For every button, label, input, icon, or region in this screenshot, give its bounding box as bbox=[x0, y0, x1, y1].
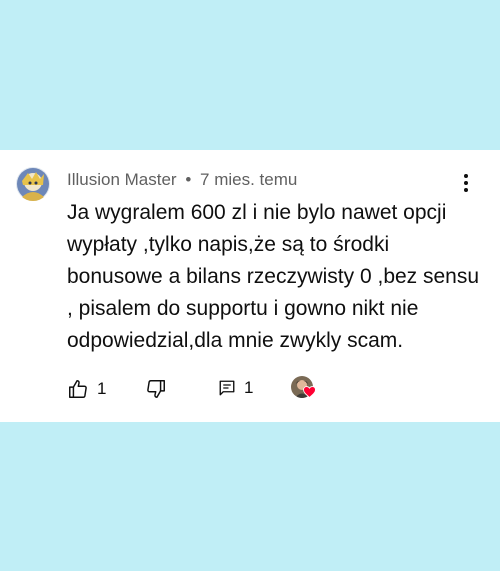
comment-text: Ja wygralem 600 zl i nie bylo nawet opcj… bbox=[67, 201, 480, 352]
comment-actions: 1 1 bbox=[0, 376, 500, 402]
reply-button[interactable]: 1 bbox=[218, 378, 253, 398]
creator-heart-badge[interactable] bbox=[291, 376, 319, 404]
more-vertical-icon bbox=[464, 174, 468, 192]
separator-dot: • bbox=[185, 170, 192, 189]
dislike-button[interactable] bbox=[145, 378, 167, 400]
reply-count: 1 bbox=[244, 378, 254, 397]
comment-icon bbox=[219, 380, 235, 396]
comment-timestamp[interactable]: 7 mies. temu bbox=[200, 170, 297, 189]
author-name[interactable]: Illusion Master bbox=[67, 170, 177, 189]
more-options-button[interactable] bbox=[455, 172, 477, 194]
avatar-image bbox=[16, 167, 50, 201]
thumbs-down-icon bbox=[147, 380, 165, 398]
thumbs-up-icon bbox=[69, 380, 87, 398]
heart-icon bbox=[303, 386, 316, 398]
avatar[interactable] bbox=[16, 167, 50, 201]
like-button[interactable]: 1 bbox=[67, 378, 106, 400]
comment-header: Illusion Master • 7 mies. temu bbox=[67, 170, 297, 190]
like-count: 1 bbox=[97, 379, 107, 398]
